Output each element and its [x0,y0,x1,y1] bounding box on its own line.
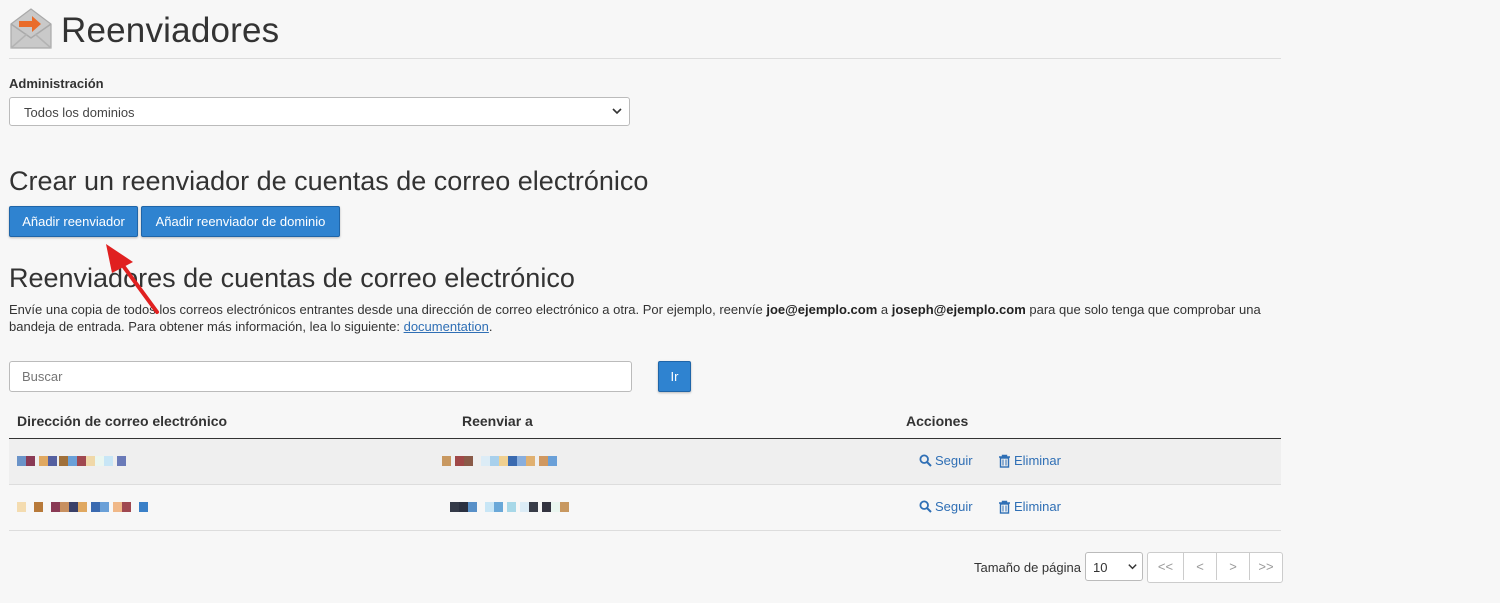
column-header-email[interactable]: Dirección de correo electrónico [17,413,227,429]
follow-label: Seguir [935,453,973,468]
chevron-down-icon [1128,564,1137,570]
description-text: Envíe una copia de todos los correos ele… [9,302,767,317]
search-icon [919,500,932,513]
trash-icon [999,500,1010,514]
redacted-email [17,456,126,466]
add-forwarder-button[interactable]: Añadir reenviador [9,206,138,237]
follow-action[interactable]: Seguir [919,499,973,514]
search-input[interactable] [9,361,632,392]
page-size-select[interactable]: 10 [1085,552,1143,581]
domain-select[interactable]: Todos los dominios [9,97,630,126]
delete-label: Eliminar [1014,453,1061,468]
previous-page-button[interactable]: < [1183,553,1216,580]
domain-select-value: Todos los dominios [24,105,135,120]
redacted-forward-to [450,502,569,512]
search-icon [919,454,932,467]
main-content: Reenviadores Administración Todos los do… [9,0,1283,583]
create-heading: Crear un reenviador de cuentas de correo… [9,166,649,196]
description: Envíe una copia de todos los correos ele… [9,301,1281,335]
next-page-button[interactable]: > [1216,553,1249,580]
mail-forward-icon [10,8,52,49]
redacted-forward-to [442,456,557,466]
redacted-email [17,502,148,512]
delete-label: Eliminar [1014,499,1061,514]
go-button[interactable]: Ir [658,361,691,392]
first-page-button[interactable]: << [1148,553,1183,580]
page-title: Reenviadores [61,11,280,50]
list-heading: Reenviadores de cuentas de correo electr… [9,263,575,293]
description-text: a [877,302,892,317]
description-text: . [488,319,493,334]
chevron-down-icon [612,108,622,115]
add-domain-forwarder-button[interactable]: Añadir reenviador de dominio [141,206,340,237]
follow-action[interactable]: Seguir [919,453,973,468]
admin-label: Administración [9,76,104,91]
page-size-label: Tamaño de página [974,560,1081,575]
page-header: Reenviadores [9,0,1281,59]
pagination: << < > >> [1147,552,1283,583]
table-row: Seguir Eliminar [9,485,1281,531]
example-email-1: joe@ejemplo.com [766,302,878,317]
page-size-value: 10 [1093,560,1108,575]
table-row: Seguir Eliminar [9,439,1281,485]
follow-label: Seguir [935,499,973,514]
column-header-forward-to[interactable]: Reenviar a [462,413,533,429]
example-email-2: joseph@ejemplo.com [891,302,1026,317]
delete-action[interactable]: Eliminar [998,499,1061,514]
last-page-button[interactable]: >> [1249,553,1282,580]
column-header-actions: Acciones [906,413,969,429]
trash-icon [999,454,1010,468]
documentation-link[interactable]: documentation [404,319,489,334]
delete-action[interactable]: Eliminar [998,453,1061,468]
